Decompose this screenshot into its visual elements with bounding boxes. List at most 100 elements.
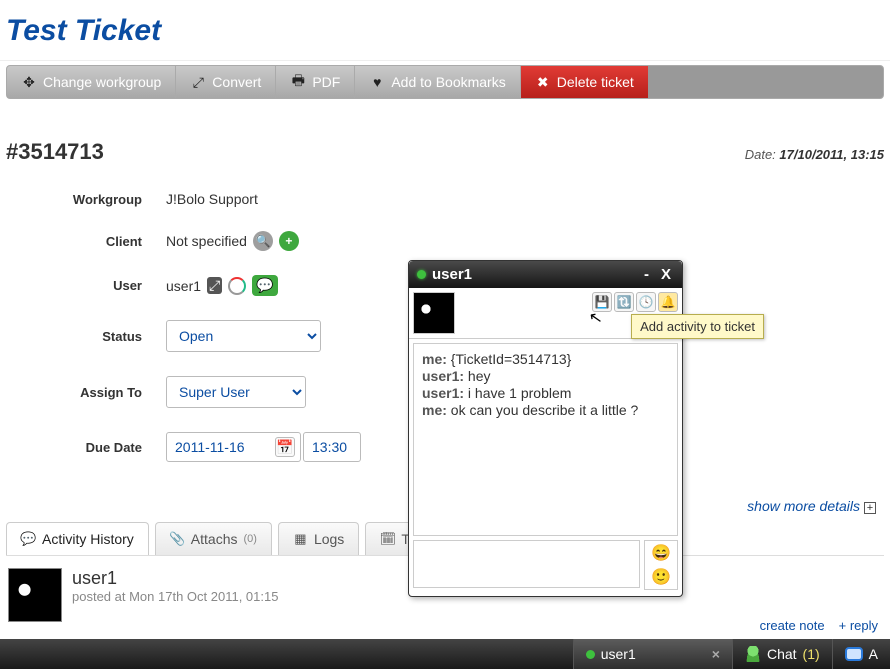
search-client-icon[interactable]: 🔍 (253, 231, 273, 251)
emoji-laugh-icon[interactable]: 😄 (651, 543, 671, 563)
chat-line: me: {TicketId=3514713} (422, 351, 669, 367)
reply-links: create note + reply (760, 618, 878, 633)
chat-input[interactable] (413, 540, 640, 588)
chat-minimize-button[interactable]: - (641, 266, 652, 283)
status-online-icon (417, 270, 426, 279)
chat-line: user1: hey (422, 368, 669, 384)
convert-button[interactable]: ⤢ Convert (176, 66, 276, 98)
convert-label: Convert (212, 74, 261, 90)
workgroup-value: J!Bolo Support (166, 191, 258, 207)
ticket-meta-row: #3514713 Date: 17/10/2011, 13:15 (0, 99, 890, 165)
tab-attachments[interactable]: 📎 Attachs (0) (155, 522, 272, 555)
page-title: Test Ticket (0, 0, 890, 61)
due-time-input[interactable] (303, 432, 361, 462)
bottombar-messages-tab[interactable]: A (832, 639, 890, 669)
tab-logs[interactable]: ▦ Logs (278, 522, 359, 555)
bottombar-right-label: A (869, 646, 878, 662)
activity-posted: posted at Mon 17th Oct 2011, 01:15 (72, 589, 278, 604)
client-label: Client (6, 234, 166, 249)
person-icon (745, 646, 761, 662)
pdf-button[interactable]: 🖶 PDF (276, 66, 355, 98)
pdf-label: PDF (312, 74, 340, 90)
add-client-icon[interactable]: + (279, 231, 299, 251)
client-value: Not specified (166, 233, 247, 249)
chat-tooltip: Add activity to ticket (631, 314, 764, 339)
chat-share-icon[interactable]: 🔃 (614, 292, 634, 312)
ticket-date-label: Date: (745, 147, 776, 162)
emoji-smile-icon[interactable]: 🙂 (651, 567, 671, 587)
user-refresh-icon[interactable] (228, 277, 246, 295)
plus-icon: + (864, 502, 876, 514)
calendar-icon[interactable]: 📅 (275, 437, 295, 457)
bottombar-chat-label: Chat (767, 646, 797, 662)
user-label: User (6, 278, 166, 293)
user-expand-icon[interactable]: ⤢ (207, 277, 222, 294)
chat-text: hey (468, 368, 491, 384)
chat-window: user1 - X 💾 🔃 🕓 🔔 ↖ Add activity to tick… (408, 260, 683, 597)
move-icon: ✥ (21, 74, 37, 90)
action-toolbar: ✥ Change workgroup ⤢ Convert 🖶 PDF ♥ Add… (6, 65, 884, 99)
bottombar-user-label: user1 (601, 646, 636, 662)
status-online-icon (586, 650, 595, 659)
tab-activity-label: Activity History (42, 531, 134, 547)
tab-logs-label: Logs (314, 531, 344, 547)
chat-sender: me: (422, 351, 451, 367)
comment-icon: 💬 (21, 532, 36, 547)
bottom-bar: user1 × Chat (1) A (0, 639, 890, 669)
chat-toolbar: 💾 🔃 🕓 🔔 ↖ Add activity to ticket (409, 288, 682, 339)
bottombar-user-tab[interactable]: user1 × (573, 639, 732, 669)
chat-titlebar[interactable]: user1 - X (409, 261, 682, 288)
chat-line: me: ok can you describe it a little ? (422, 402, 669, 418)
chat-text: {TicketId=3514713} (451, 351, 572, 367)
bottombar-chat-tab[interactable]: Chat (1) (732, 639, 832, 669)
chat-line: user1: i have 1 problem (422, 385, 669, 401)
status-select[interactable]: Open (166, 320, 321, 352)
chat-emoji-panel: 😄 🙂 (644, 540, 678, 590)
chat-history-icon[interactable]: 🕓 (636, 292, 656, 312)
chat-add-activity-icon[interactable]: 🔔 (658, 292, 678, 312)
calendar-small-icon: 🗓 (380, 532, 395, 547)
paperclip-icon: 📎 (170, 532, 185, 547)
workgroup-label: Workgroup (6, 192, 166, 207)
bookmark-button[interactable]: ♥ Add to Bookmarks (355, 66, 520, 98)
delete-icon: ✖ (535, 74, 551, 90)
tab-activity-history[interactable]: 💬 Activity History (6, 522, 149, 555)
chat-sender: me: (422, 402, 451, 418)
assign-select[interactable]: Super User (166, 376, 306, 408)
ticket-date: Date: 17/10/2011, 13:15 (745, 147, 884, 162)
change-workgroup-button[interactable]: ✥ Change workgroup (7, 66, 176, 98)
heart-icon: ♥ (369, 74, 385, 90)
chat-transcript[interactable]: me: {TicketId=3514713}user1: heyuser1: i… (413, 343, 678, 536)
create-note-link[interactable]: create note (760, 618, 825, 633)
tab-attachs-count: (0) (244, 533, 257, 545)
mouse-cursor-icon: ↖ (587, 307, 604, 329)
tab-attachs-label: Attachs (191, 531, 238, 547)
chat-text: ok can you describe it a little ? (451, 402, 639, 418)
delete-ticket-button[interactable]: ✖ Delete ticket (521, 66, 648, 98)
chat-sender: user1: (422, 368, 468, 384)
bookmark-label: Add to Bookmarks (391, 74, 505, 90)
chat-text: i have 1 problem (468, 385, 572, 401)
user-chat-icon[interactable]: 💬 (252, 275, 277, 296)
avatar (8, 568, 62, 622)
expand-icon: ⤢ (190, 74, 206, 90)
ticket-number: #3514713 (6, 139, 104, 165)
bottombar-user-close-icon[interactable]: × (712, 646, 720, 662)
delete-ticket-label: Delete ticket (557, 74, 634, 90)
due-date-label: Due Date (6, 440, 166, 455)
status-label: Status (6, 329, 166, 344)
printer-icon: 🖶 (290, 74, 306, 90)
bottombar-chat-count: (1) (803, 646, 820, 662)
reply-link[interactable]: + reply (839, 618, 878, 633)
chat-sender: user1: (422, 385, 468, 401)
change-workgroup-label: Change workgroup (43, 74, 161, 90)
ticket-date-value: 17/10/2011, 13:15 (779, 147, 884, 162)
chat-avatar (413, 292, 455, 334)
assign-label: Assign To (6, 385, 166, 400)
chat-close-button[interactable]: X (658, 266, 674, 283)
chat-title-text: user1 (432, 266, 472, 283)
activity-user: user1 (72, 568, 278, 589)
grid-icon: ▦ (293, 532, 308, 547)
user-value: user1 (166, 278, 201, 294)
chat-bubble-icon (845, 647, 863, 661)
